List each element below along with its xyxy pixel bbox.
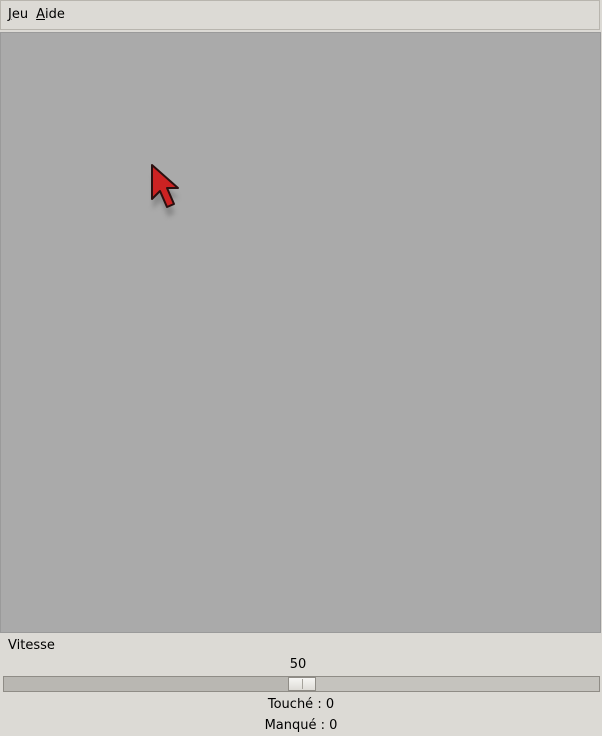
menu-aide[interactable]: Aide	[32, 6, 69, 24]
menu-jeu-label: eu	[11, 7, 29, 22]
menu-bar: Jeu Aide	[0, 0, 600, 30]
speed-slider[interactable]	[3, 676, 600, 692]
speed-label: Vitesse	[8, 638, 55, 653]
speed-slider-fill	[4, 677, 302, 691]
menu-aide-mnemonic: A	[36, 7, 45, 22]
hits-counter: Touché : 0	[267, 697, 335, 712]
red-arrow-cursor-icon[interactable]	[147, 161, 199, 223]
game-canvas[interactable]	[0, 32, 601, 633]
speed-value: 50	[289, 657, 307, 672]
speed-slider-handle[interactable]	[287, 677, 316, 691]
menu-aide-label: ide	[45, 7, 65, 22]
misses-counter: Manqué : 0	[264, 718, 338, 733]
menu-jeu[interactable]: Jeu	[4, 6, 32, 24]
game-window: Jeu Aide Vitesse 50 Touché : 0 Manqué : …	[0, 0, 602, 736]
